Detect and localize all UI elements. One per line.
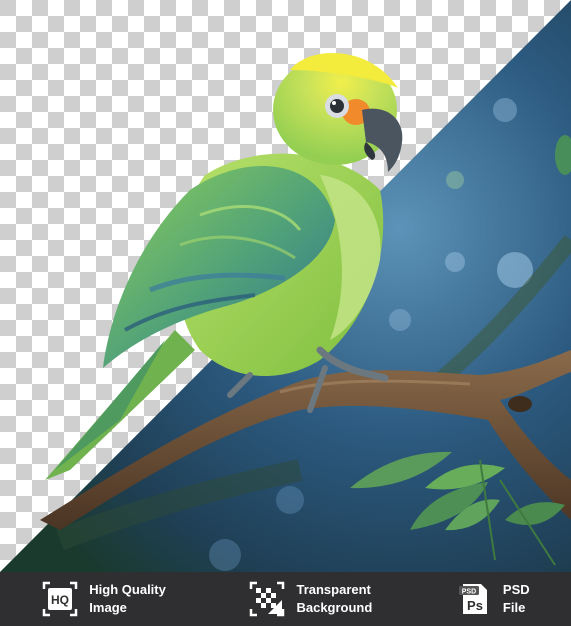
ps-icon-text: Ps (467, 598, 483, 613)
feature-psd-line2: File (502, 600, 526, 615)
feature-bar: HQ High Quality Image Transparent Backgr… (0, 572, 571, 626)
psd-tag-text: PSD (462, 589, 476, 596)
product-preview-image (0, 0, 571, 572)
feature-psd-line1: PSD (502, 582, 530, 597)
feature-transparent-line2: Background (296, 600, 373, 615)
hq-icon-text: HQ (51, 593, 69, 607)
hq-icon: HQ (41, 580, 79, 618)
feature-high-quality-line1: High Quality (89, 582, 166, 597)
feature-transparent-line1: Transparent (296, 582, 371, 597)
feature-transparent-background: Transparent Background (248, 580, 372, 618)
transparent-grid-icon (248, 580, 286, 618)
feature-psd-file: PSD Ps PSD File (455, 580, 530, 618)
psd-file-icon: PSD Ps (455, 580, 493, 618)
feature-high-quality-line2: Image (89, 600, 127, 615)
feature-high-quality: HQ High Quality Image (41, 580, 166, 618)
